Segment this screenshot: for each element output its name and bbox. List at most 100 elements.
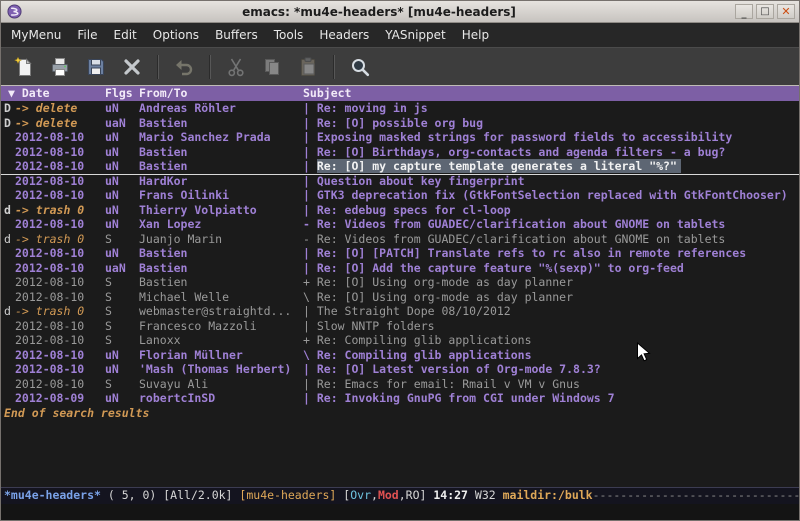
message-row[interactable]: 2012-08-10 S Francesco Mazzoli | Slow NN… [1,319,799,334]
message-row[interactable]: D -> delete uaN Bastien | Re: [O] possib… [1,116,799,131]
message-row[interactable]: 2012-08-10 uN HardKor | Question about k… [1,174,799,189]
mark-char: d [1,232,15,247]
message-flags: uN [105,174,139,189]
headers-buffer: D -> delete uN Andreas Röhler | Re: movi… [1,101,799,487]
header-subject[interactable]: Subject [303,86,799,101]
message-date: 2012-08-10 [15,261,105,276]
thread-separator: | [303,101,317,115]
message-date: 2012-08-10 [15,275,105,290]
modeline-clock: 14:27 [433,488,468,502]
menu-item-edit[interactable]: Edit [106,23,145,47]
subject-text: Re: [O] possible org bug [317,116,483,130]
message-row[interactable]: 2012-08-09 uN robertcInSD | Re: Invoking… [1,391,799,406]
message-subject: | Re: edebug specs for cl-loop [303,203,799,218]
paste-icon [297,56,319,78]
print-button[interactable] [44,52,76,82]
message-row[interactable]: 2012-08-10 uN Bastien | Re: [O] my captu… [1,159,799,174]
close-buffer-button[interactable] [116,52,148,82]
message-subject: | Re: [O] possible org bug [303,116,799,131]
modeline-major-mode: [mu4e-headers] [239,488,336,502]
echo-area[interactable] [1,504,799,520]
message-row[interactable]: 2012-08-10 S Suvayu Ali | Re: Emacs for … [1,377,799,392]
message-from: Bastien [139,159,303,174]
menu-item-mymenu[interactable]: MyMenu [3,23,69,47]
close-buffer-icon [121,56,143,78]
mark-char [1,174,15,189]
search-button[interactable] [344,52,376,82]
subject-text: Re: edebug specs for cl-loop [317,203,511,217]
message-row[interactable]: 2012-08-10 S Michael Welle \ Re: [O] Usi… [1,290,799,305]
mark-char [1,319,15,334]
cut-button[interactable] [220,52,252,82]
message-from: Xan Lopez [139,217,303,232]
message-row[interactable]: 2012-08-10 uN Florian Müllner \ Re: Comp… [1,348,799,363]
message-row[interactable]: 2012-08-10 uaN Bastien | Re: [O] Add the… [1,261,799,276]
subject-text: The Straight Dope 08/10/2012 [317,304,511,318]
undo-button[interactable] [168,52,200,82]
menu-item-tools[interactable]: Tools [266,23,312,47]
message-row[interactable]: D -> delete uN Andreas Röhler | Re: movi… [1,101,799,116]
message-row[interactable]: 2012-08-10 uN 'Mash (Thomas Herbert) | R… [1,362,799,377]
message-row[interactable]: 2012-08-10 uN Frans Oilinki | GTK3 depre… [1,188,799,203]
message-subject: | Re: [O] Birthdays, org-contacts and ag… [303,145,799,160]
menu-item-buffers[interactable]: Buffers [207,23,266,47]
menu-item-help[interactable]: Help [454,23,497,47]
message-flags: S [105,333,139,348]
menu-item-yasnippet[interactable]: YASnippet [377,23,454,47]
message-flags: uN [105,217,139,232]
subject-text: Re: [O] [PATCH] Translate refs to rc als… [317,246,746,260]
subject-text: Re: [O] my capture template generates a … [317,159,681,173]
subject-text: Re: [O] Using org-mode as day planner [317,275,573,289]
subject-text: Re: Invoking GnuPG from CGI under Window… [317,391,615,405]
emacs-window: emacs: *mu4e-headers* [mu4e-headers] _ □… [0,0,800,521]
message-date: 2012-08-10 [15,130,105,145]
message-date: -> trash 0 [15,232,105,247]
message-row[interactable]: d -> trash 0 uN Thierry Volpiatto | Re: … [1,203,799,218]
message-from: Florian Müllner [139,348,303,363]
paste-button[interactable] [292,52,324,82]
subject-text: Re: Emacs for email: Rmail v VM v Gnus [317,377,580,391]
message-flags: uN [105,159,139,174]
header-from[interactable]: From/To [139,86,303,101]
modeline-stats: ( 5, 0) [All/2.0k] [101,488,239,502]
message-subject: + Re: [O] Using org-mode as day planner [303,275,799,290]
mark-char [1,275,15,290]
thread-separator: - [303,232,317,246]
message-from: Francesco Mazzoli [139,319,303,334]
mark-char [1,130,15,145]
subject-text: Re: [O] Birthdays, org-contacts and agen… [317,145,726,159]
thread-separator: | [303,188,317,202]
close-button[interactable]: ✕ [777,4,795,19]
subject-text: Re: Videos from GUADEC/clarification abo… [317,217,726,231]
copy-button[interactable] [256,52,288,82]
message-from: Michael Welle [139,290,303,305]
message-date: -> trash 0 [15,203,105,218]
message-row[interactable]: 2012-08-10 uN Mario Sanchez Prada | Expo… [1,130,799,145]
modeline-overwrite-flag: Ovr [350,488,371,502]
mark-char [1,333,15,348]
menu-item-options[interactable]: Options [145,23,207,47]
message-row[interactable]: 2012-08-10 uN Bastien | Re: [O] [PATCH] … [1,246,799,261]
new-file-button[interactable] [8,52,40,82]
menu-item-headers[interactable]: Headers [311,23,377,47]
message-row[interactable]: d -> trash 0 S Juanjo Marin - Re: Videos… [1,232,799,247]
save-button[interactable] [80,52,112,82]
message-flags: uN [105,145,139,160]
message-flags: uN [105,348,139,363]
menu-item-file[interactable]: File [69,23,105,47]
message-flags: S [105,319,139,334]
sort-header-date[interactable]: ▼ Date [8,86,105,101]
subject-text: Re: [O] Add the capture feature "%(sexp)… [317,261,684,275]
message-row[interactable]: 2012-08-10 S Lanoxx + Re: Compiling glib… [1,333,799,348]
message-row[interactable]: 2012-08-10 S Bastien + Re: [O] Using org… [1,275,799,290]
message-row[interactable]: d -> trash 0 S webmaster@straightd... | … [1,304,799,319]
mark-char [1,246,15,261]
minimize-button[interactable]: _ [735,4,753,19]
header-flags[interactable]: Flgs [105,86,139,101]
message-subject: | Re: Invoking GnuPG from CGI under Wind… [303,391,799,406]
message-row[interactable]: 2012-08-10 uN Xan Lopez - Re: Videos fro… [1,217,799,232]
message-row[interactable]: 2012-08-10 uN Bastien | Re: [O] Birthday… [1,145,799,160]
mode-line: *mu4e-headers* ( 5, 0) [All/2.0k] [mu4e-… [1,487,799,504]
modeline-bracket: [ [336,488,350,502]
maximize-button[interactable]: □ [756,4,774,19]
